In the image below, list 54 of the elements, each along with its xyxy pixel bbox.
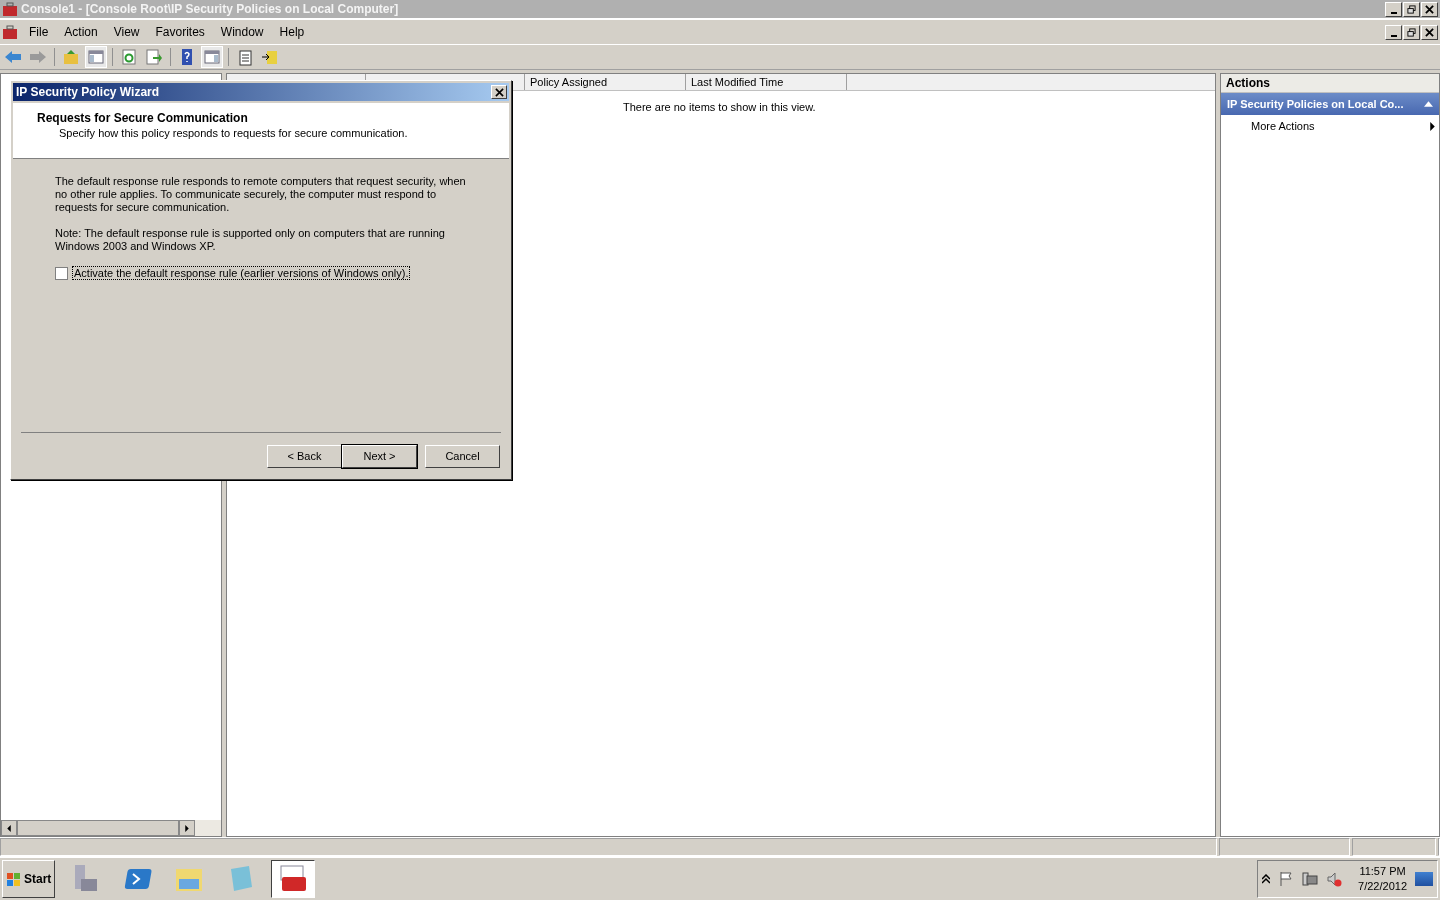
- description-paragraph: The default response rule responds to remote computers that request security, when no other rule applies. To communicate securely, the computer must respond to requests for secure communication.: [55, 175, 467, 214]
- minimize-button[interactable]: [1385, 1, 1402, 17]
- restore-icon: [1407, 27, 1416, 37]
- toolbox-icon: [2, 24, 18, 40]
- speaker-muted-icon[interactable]: [1326, 871, 1343, 887]
- back-button[interactable]: < Back: [267, 444, 342, 468]
- description-paragraph: Note: The default response rule is supported only on computers that are running Windows 2003 and Windows XP.: [55, 227, 446, 253]
- toolbox-icon[interactable]: [271, 860, 316, 898]
- clock[interactable]: 11:57 PM 7/22/2012: [1358, 864, 1407, 894]
- menu-item[interactable]: File: [21, 25, 57, 39]
- horizontal-scrollbar[interactable]: [1, 820, 221, 836]
- column-header[interactable]: Last Modified Time: [686, 74, 847, 90]
- pane-icon[interactable]: [85, 46, 107, 68]
- dialog-title: IP Security Policy Wizard: [16, 85, 160, 99]
- cancel-button[interactable]: Cancel: [425, 444, 500, 468]
- action-item[interactable]: More Actions: [1221, 115, 1439, 137]
- menu-item[interactable]: Favorites: [147, 25, 213, 39]
- flag-icon[interactable]: [1278, 871, 1295, 887]
- wizard-subheading: Specify how this policy responds to requests for secure communication.: [58, 127, 409, 139]
- minimize-icon: [1390, 34, 1397, 37]
- restore-button[interactable]: [1403, 24, 1420, 40]
- chevron-up-icon[interactable]: [1262, 874, 1271, 884]
- collapse-arrow-icon: [1424, 101, 1433, 107]
- empty-message: There are no items to show in this view.: [623, 101, 816, 113]
- left-arrow-icon[interactable]: [7, 824, 11, 832]
- minimize-icon: [1390, 11, 1397, 14]
- close-button[interactable]: [491, 85, 507, 99]
- close-button[interactable]: [1421, 1, 1438, 17]
- wizard-heading: Requests for Secure Communication: [37, 111, 249, 125]
- actions-section-header[interactable]: IP Security Policies on Local Co...: [1221, 93, 1439, 115]
- restore-button[interactable]: [1403, 1, 1420, 17]
- column-header[interactable]: Policy Assigned: [525, 74, 686, 90]
- pane-icon[interactable]: [201, 46, 223, 68]
- restore-icon: [1407, 4, 1416, 14]
- export-list-icon[interactable]: [143, 46, 165, 68]
- close-button[interactable]: [1421, 24, 1438, 40]
- actions-header: Actions: [1221, 74, 1439, 93]
- menu-item[interactable]: View: [105, 25, 148, 39]
- menu-item[interactable]: Help: [271, 25, 313, 39]
- toolbox-icon: [2, 1, 18, 17]
- close-icon: [1425, 4, 1434, 14]
- next-button[interactable]: Next >: [342, 444, 417, 468]
- windows-logo-icon: [6, 871, 22, 887]
- close-icon: [1425, 27, 1434, 37]
- checkbox[interactable]: [55, 266, 68, 280]
- minimize-button[interactable]: [1385, 24, 1402, 40]
- menu-item[interactable]: Action: [56, 25, 106, 39]
- start-button[interactable]: Start: [2, 860, 56, 898]
- window-title: Console1 - [Console Root\IP Security Policies on Local Computer]: [21, 2, 400, 16]
- action-label: More Actions: [1251, 120, 1315, 132]
- close-icon: [494, 87, 504, 97]
- network-icon[interactable]: [1302, 871, 1319, 887]
- menu-item[interactable]: Window: [212, 25, 272, 39]
- right-arrow-icon[interactable]: [185, 824, 189, 832]
